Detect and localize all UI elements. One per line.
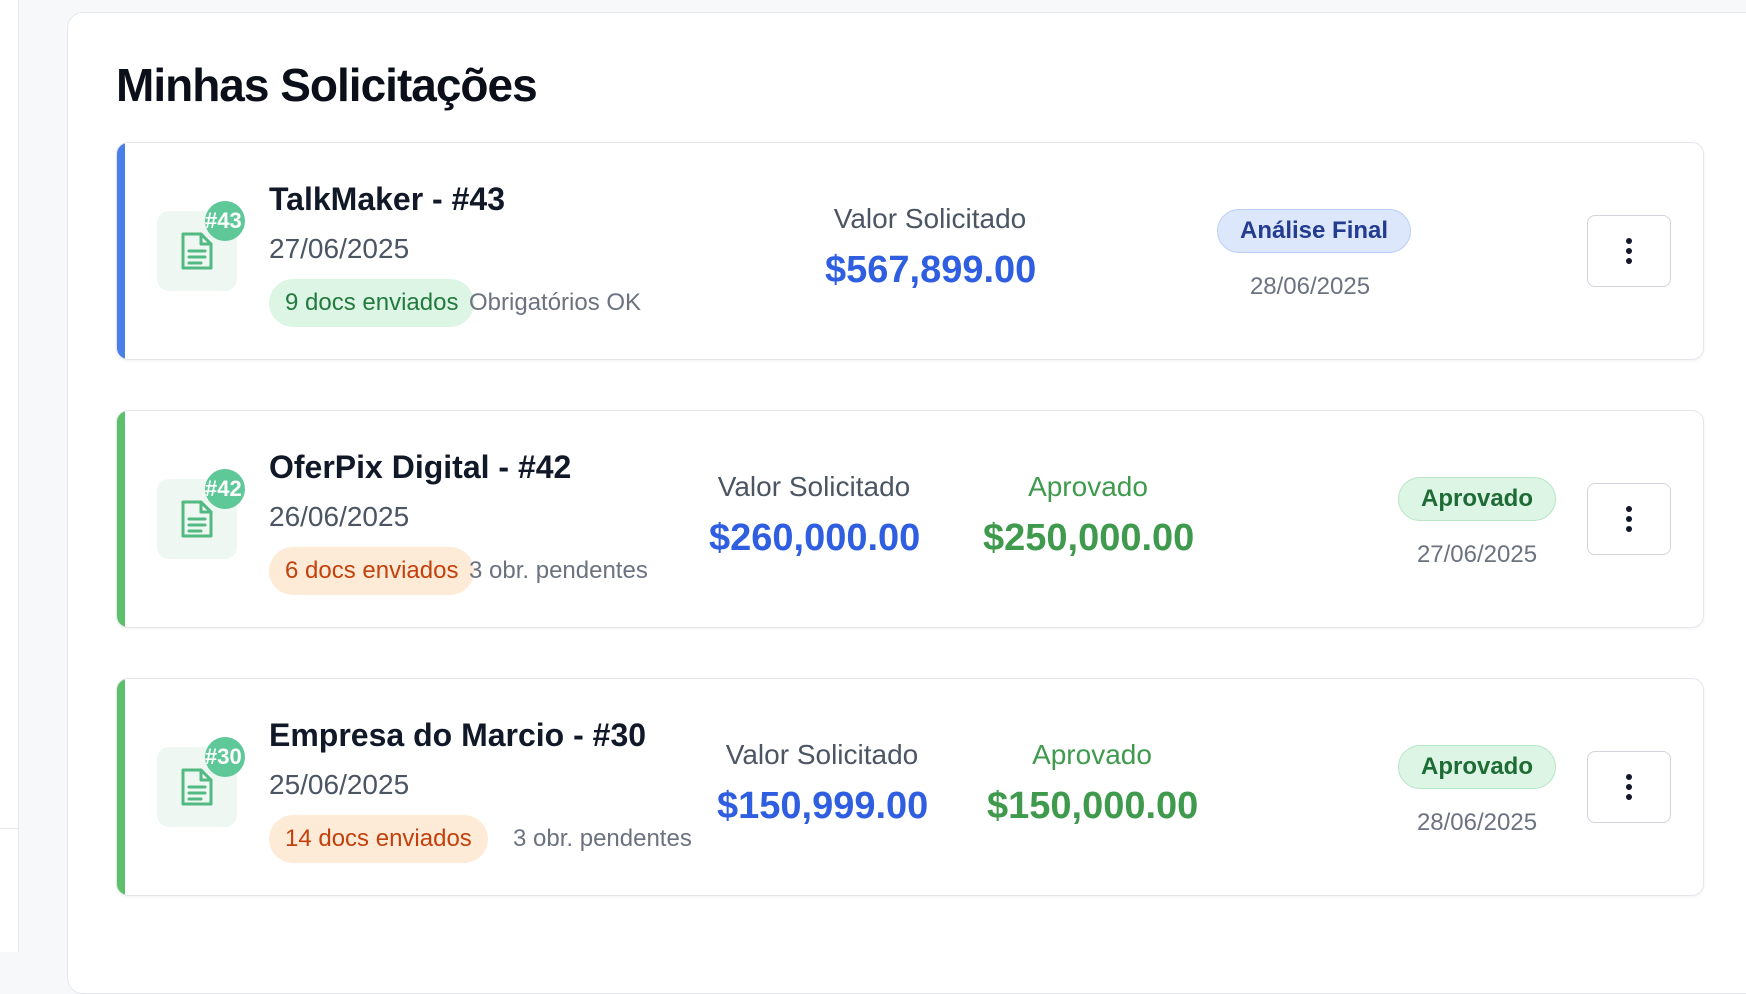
docs-status-note: 3 obr. pendentes bbox=[513, 825, 692, 852]
requested-value-label: Valor Solicitado bbox=[833, 203, 1027, 234]
company-name: OferPix Digital - #42 bbox=[269, 449, 572, 485]
requested-value-block: Valor Solicitado $260,000.00 bbox=[709, 471, 921, 560]
request-id-badge: #30 bbox=[205, 737, 245, 777]
more-vertical-icon bbox=[1626, 774, 1632, 800]
request-id-badge: #43 bbox=[205, 201, 245, 241]
requested-value-amount: $567,899.00 bbox=[825, 249, 1037, 291]
left-sidebar-edge bbox=[0, 0, 19, 952]
requested-value-amount: $150,999.00 bbox=[717, 785, 929, 827]
docs-sent-badge: 6 docs enviados bbox=[269, 547, 475, 595]
status-block: Aprovado 28/06/2025 bbox=[1397, 745, 1557, 837]
sidebar-divider bbox=[0, 828, 18, 829]
requested-value-label: Valor Solicitado bbox=[717, 471, 911, 502]
status-date: 28/06/2025 bbox=[1416, 809, 1538, 836]
request-card[interactable]: #43 TalkMaker - #43 27/06/2025 9 docs en… bbox=[116, 142, 1704, 360]
more-options-button[interactable] bbox=[1587, 483, 1671, 555]
status-badge: Análise Final bbox=[1217, 209, 1412, 253]
request-card[interactable]: #42 OferPix Digital - #42 26/06/2025 6 d… bbox=[116, 410, 1704, 628]
docs-status-note: Obrigatórios OK bbox=[469, 289, 642, 316]
approved-value-block: Aprovado $150,000.00 bbox=[987, 739, 1199, 828]
request-date: 27/06/2025 bbox=[269, 233, 410, 264]
more-vertical-icon bbox=[1626, 238, 1632, 264]
request-card[interactable]: #30 Empresa do Marcio - #30 25/06/2025 1… bbox=[116, 678, 1704, 896]
request-date: 26/06/2025 bbox=[269, 501, 410, 532]
approved-value-amount: $150,000.00 bbox=[987, 785, 1199, 827]
request-id-badge: #42 bbox=[205, 469, 245, 509]
status-badge: Aprovado bbox=[1397, 477, 1556, 521]
status-date: 28/06/2025 bbox=[1249, 273, 1371, 300]
more-options-button[interactable] bbox=[1587, 215, 1671, 287]
status-block: Aprovado 27/06/2025 bbox=[1397, 477, 1557, 569]
docs-sent-badge: 9 docs enviados bbox=[269, 279, 475, 327]
status-block: Análise Final 28/06/2025 bbox=[1217, 209, 1412, 301]
company-name: Empresa do Marcio - #30 bbox=[269, 717, 647, 753]
docs-sent-badge: 14 docs enviados bbox=[269, 815, 488, 863]
requested-value-amount: $260,000.00 bbox=[709, 517, 921, 559]
requested-value-block: Valor Solicitado $150,999.00 bbox=[717, 739, 929, 828]
more-options-button[interactable] bbox=[1587, 751, 1671, 823]
approved-value-label: Aprovado bbox=[1032, 739, 1152, 770]
approved-value-block: Aprovado $250,000.00 bbox=[983, 471, 1195, 560]
docs-status-note: 3 obr. pendentes bbox=[469, 557, 648, 584]
card-accent-bar bbox=[117, 679, 125, 895]
more-vertical-icon bbox=[1626, 506, 1632, 532]
approved-value-amount: $250,000.00 bbox=[983, 517, 1195, 559]
status-badge: Aprovado bbox=[1397, 745, 1556, 789]
request-date: 25/06/2025 bbox=[269, 769, 410, 800]
requested-value-label: Valor Solicitado bbox=[725, 739, 919, 770]
company-name: TalkMaker - #43 bbox=[269, 181, 505, 217]
requested-value-block: Valor Solicitado $567,899.00 bbox=[825, 203, 1037, 292]
card-accent-bar bbox=[117, 143, 125, 359]
page-title: Minhas Solicitações bbox=[116, 59, 538, 111]
approved-value-label: Aprovado bbox=[1028, 471, 1148, 502]
card-accent-bar bbox=[117, 411, 125, 627]
status-date: 27/06/2025 bbox=[1416, 541, 1538, 568]
